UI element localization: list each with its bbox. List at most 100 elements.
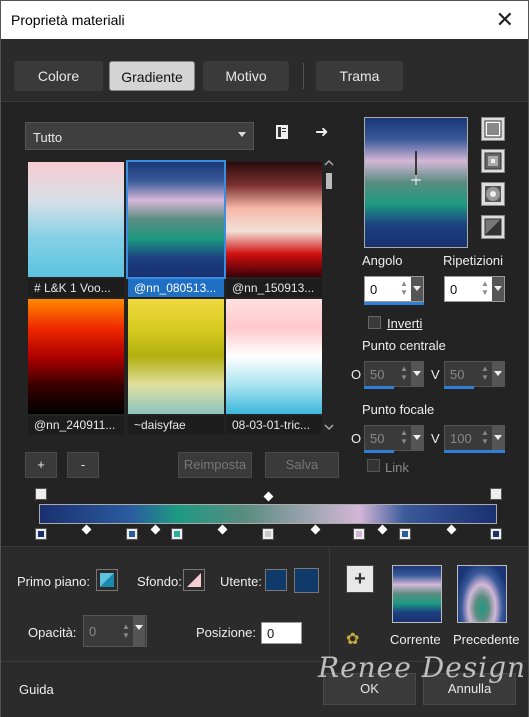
chevron-down-icon[interactable] — [492, 426, 504, 450]
gradient-tile-label: # L&K 1 Voo... — [28, 279, 124, 297]
opacity-label: Opacità: — [28, 625, 77, 640]
angle-field[interactable]: 0 ▲ ▼ — [364, 276, 424, 302]
center-h-slider[interactable] — [364, 386, 394, 389]
stepper-arrows-icon[interactable]: ▲ ▼ — [120, 622, 132, 642]
background-swatch[interactable] — [183, 569, 205, 591]
center-v-axis-label: V — [431, 367, 440, 382]
link-label: Link — [385, 460, 409, 475]
tab-motivo[interactable]: Motivo — [203, 61, 289, 91]
gradient-swatch — [126, 160, 226, 279]
chevron-down-icon[interactable] — [411, 362, 423, 386]
gradient-swatch — [226, 299, 322, 414]
color-stop-handle[interactable] — [353, 528, 365, 540]
add-swatch-button[interactable]: + — [346, 565, 374, 593]
center-h-field[interactable]: 50 ▲ ▼ — [364, 361, 424, 387]
title-bar: Proprietà materiali ✕ — [1, 1, 528, 39]
position-label: Posizione: — [196, 625, 256, 640]
opacity-stop-handle[interactable] — [35, 488, 47, 500]
position-field[interactable]: 0 — [261, 622, 302, 644]
foreground-label: Primo piano: — [17, 574, 90, 589]
current-gradient-preview[interactable] — [392, 565, 442, 623]
color-midpoint-handle[interactable] — [150, 524, 161, 535]
stepper-arrows-icon[interactable]: ▲ ▼ — [479, 428, 491, 448]
gradient-editor-bar[interactable] — [39, 504, 497, 524]
color-stop-handle[interactable] — [399, 528, 411, 540]
focal-v-field[interactable]: 100 ▲ ▼ — [444, 425, 505, 451]
library-browse-icon[interactable] — [274, 124, 290, 144]
gradient-tile[interactable]: @nn_240911... — [28, 299, 124, 434]
category-dropdown[interactable]: Tutto — [25, 122, 254, 150]
color-stop-handle[interactable] — [262, 528, 274, 540]
tab-trama[interactable]: Trama — [316, 61, 403, 91]
focal-v-axis-label: V — [431, 431, 440, 446]
arrow-right-icon[interactable]: ➜ — [315, 122, 328, 142]
stop-properties-panel: Primo piano: Sfondo: Utente: Opacità: 0 … — [1, 546, 528, 661]
previous-label: Precedente — [453, 632, 520, 647]
radial-gradient-type-button[interactable] — [481, 215, 505, 239]
gradient-tile[interactable]: # L&K 1 Voo... — [28, 162, 124, 297]
color-midpoint-handle[interactable] — [81, 524, 92, 535]
stepper-arrows-icon[interactable]: ▲ ▼ — [479, 279, 491, 299]
chevron-down-icon[interactable] — [411, 277, 423, 301]
reset-button[interactable]: Reimposta — [178, 452, 252, 478]
opacity-field[interactable]: 0 ▲ ▼ — [83, 615, 147, 647]
chevron-down-icon[interactable] — [133, 616, 145, 646]
gradient-library: # L&K 1 Voo... @nn_080513... @nn_150913.… — [25, 159, 325, 434]
color-stop-handle[interactable] — [126, 528, 138, 540]
focal-h-slider[interactable] — [364, 450, 394, 453]
center-v-field[interactable]: 50 ▲ ▼ — [444, 361, 505, 387]
tab-bar: Colore Gradiente Motivo Trama — [1, 39, 528, 101]
gradient-tile[interactable]: @nn_150913... — [226, 162, 322, 297]
category-value: Tutto — [33, 130, 63, 145]
chevron-down-icon — [238, 132, 246, 137]
gradient-tile-label: 08-03-01-tric... — [226, 416, 322, 434]
chevron-down-icon[interactable] — [492, 362, 504, 386]
help-link[interactable]: Guida — [19, 682, 54, 697]
focal-point-label: Punto focale — [362, 402, 435, 417]
repeats-field[interactable]: 0 ▲ ▼ — [444, 276, 505, 302]
opacity-midpoint-handle[interactable] — [263, 491, 274, 502]
color-midpoint-handle[interactable] — [377, 524, 388, 535]
angle-slider[interactable] — [364, 302, 424, 305]
user-label: Utente: — [220, 574, 262, 589]
center-point-label: Punto centrale — [362, 338, 446, 353]
tab-colore[interactable]: Colore — [14, 61, 103, 91]
library-scrollbar[interactable] — [323, 159, 335, 433]
remove-gradient-button[interactable]: - — [67, 452, 99, 478]
gradient-tile[interactable]: ~daisyfae — [128, 299, 224, 434]
tab-gradiente[interactable]: Gradiente — [109, 61, 195, 91]
stepper-arrows-icon[interactable]: ▲ ▼ — [479, 364, 491, 384]
previous-gradient-preview[interactable] — [457, 565, 507, 623]
linear-gradient-type-button[interactable] — [481, 117, 505, 141]
stepper-arrows-icon[interactable]: ▲ ▼ — [398, 364, 410, 384]
color-stop-handle[interactable] — [35, 528, 47, 540]
foreground-swatch[interactable] — [96, 569, 118, 591]
save-button[interactable]: Salva — [265, 452, 339, 478]
color-midpoint-handle[interactable] — [446, 524, 457, 535]
opacity-stop-handle[interactable] — [490, 488, 502, 500]
gradient-tile-label: @nn_080513... — [128, 279, 224, 297]
stepper-arrows-icon[interactable]: ▲ ▼ — [398, 428, 410, 448]
chevron-down-icon[interactable] — [492, 277, 504, 301]
stepper-arrows-icon[interactable]: ▲ ▼ — [398, 279, 410, 299]
gradient-tile[interactable]: 08-03-01-tric... — [226, 299, 322, 434]
focal-h-field[interactable]: 50 ▲ ▼ — [364, 425, 424, 451]
gradient-tile-label: @nn_240911... — [28, 416, 124, 434]
sunburst-gradient-type-button[interactable] — [481, 182, 505, 206]
color-midpoint-handle[interactable] — [217, 524, 228, 535]
center-v-slider[interactable] — [444, 386, 474, 389]
chevron-down-icon[interactable] — [411, 426, 423, 450]
close-icon[interactable]: ✕ — [496, 7, 514, 33]
gradient-preview[interactable] — [364, 117, 468, 248]
add-gradient-button[interactable]: + — [25, 452, 57, 478]
gradient-tile[interactable]: @nn_080513... — [126, 160, 226, 297]
link-checkbox[interactable] — [367, 459, 380, 472]
user-swatch-small[interactable] — [265, 569, 287, 591]
rectangular-gradient-type-button[interactable] — [481, 149, 505, 173]
user-swatch[interactable] — [294, 568, 319, 593]
color-midpoint-handle[interactable] — [310, 524, 321, 535]
invert-checkbox[interactable] — [368, 316, 381, 329]
color-stop-handle[interactable] — [490, 528, 502, 540]
focal-v-slider[interactable] — [444, 450, 505, 453]
color-stop-handle[interactable] — [171, 528, 183, 540]
